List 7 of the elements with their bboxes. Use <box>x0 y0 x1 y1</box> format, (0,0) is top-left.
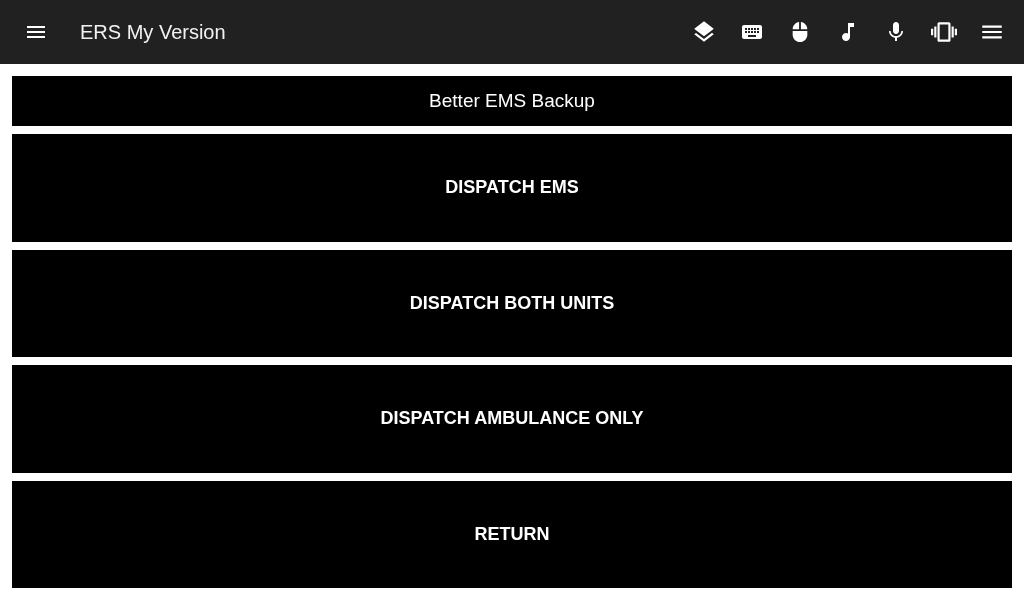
action-button[interactable]: DISPATCH AMBULANCE ONLY <box>12 365 1012 473</box>
action-button[interactable]: RETURN <box>12 480 1012 588</box>
action-button[interactable]: DISPATCH BOTH UNITS <box>12 249 1012 357</box>
action-button[interactable]: DISPATCH EMS <box>12 134 1012 242</box>
section-header: Better EMS Backup <box>12 76 1012 126</box>
vibrating-phone-icon[interactable] <box>931 19 957 45</box>
app-title: ERS My Version <box>80 20 226 44</box>
